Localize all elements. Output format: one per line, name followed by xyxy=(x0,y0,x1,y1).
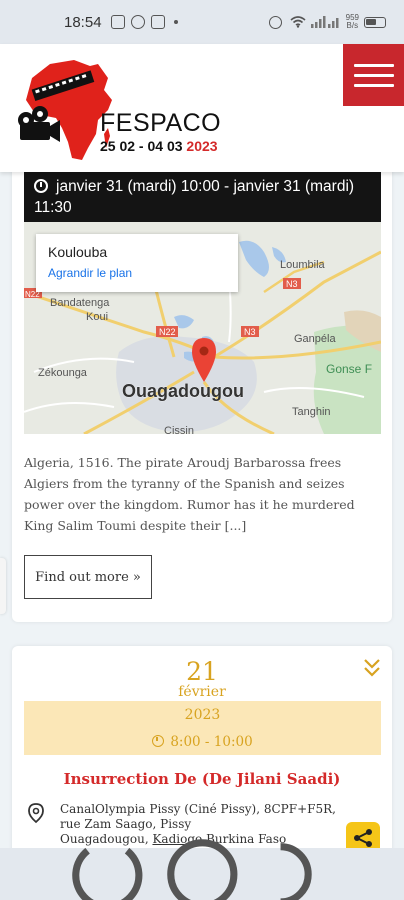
event-time-row: 8:00 - 10:00 xyxy=(24,734,381,750)
event-map[interactable]: N22 N22 N3 N3 Bandatenga Koui Zékounga L… xyxy=(24,222,381,434)
share-icon xyxy=(354,829,372,847)
map-label-ganpela: Ganpéla xyxy=(294,333,336,345)
share-button[interactable] xyxy=(346,822,380,848)
map-label-gonse: Gonse F xyxy=(326,362,372,376)
event-year: 2023 xyxy=(184,707,221,723)
alarm-icon xyxy=(268,15,282,29)
map-label-city: Ouagadougou xyxy=(122,381,244,401)
network-rate: 959 B/s xyxy=(345,13,359,30)
map-popup-place: Koulouba xyxy=(48,244,108,260)
double-chevron-down-icon[interactable] xyxy=(362,657,382,679)
clock-icon xyxy=(152,735,165,747)
status-time: 18:54 xyxy=(64,13,102,31)
event-card: janvier 31 (mardi) 10:00 - janvier 31 (m… xyxy=(12,172,392,622)
event-excerpt: Algeria, 1516. The pirate Aroudj Barbaro… xyxy=(24,455,355,533)
menu-bar xyxy=(353,83,394,87)
map-label-bandatenga: Bandatenga xyxy=(50,297,110,309)
find-out-more-button[interactable]: Find out more » xyxy=(24,555,152,599)
brand-name: FESPACO xyxy=(100,109,222,137)
brand-year: 2023 xyxy=(186,138,218,154)
event-card: 21 février 2023 8:00 - 10:00 Insurrectio… xyxy=(12,646,392,848)
map-info-popup: Koulouba Agrandir le plan xyxy=(36,234,238,292)
brand-block: FESPACO 25 02 - 04 03 2023 xyxy=(100,110,221,154)
recent-apps-icon[interactable] xyxy=(60,827,155,900)
map-label-zekounga: Zékounga xyxy=(38,367,88,379)
event-time: 8:00 - 10:00 xyxy=(170,734,253,750)
dot-icon xyxy=(173,20,178,24)
map-label-n3a: N3 xyxy=(244,327,256,337)
map-label-n22b: N22 xyxy=(159,327,176,337)
gallery-icon xyxy=(110,15,125,29)
wifi-icon xyxy=(290,16,306,28)
map-label-koui: Koui xyxy=(86,311,108,323)
map-label-cissin: Cissin xyxy=(164,425,194,434)
home-icon[interactable] xyxy=(155,827,250,900)
hamburger-menu-button[interactable] xyxy=(343,44,404,106)
event-date-bar: 2023 8:00 - 10:00 xyxy=(24,701,381,755)
battery-icon xyxy=(364,16,386,28)
system-nav-bar xyxy=(0,838,404,900)
chrome-icon xyxy=(130,15,145,29)
menu-bar xyxy=(353,63,394,67)
menu-bar xyxy=(353,73,394,77)
event-day: 21 xyxy=(186,657,218,686)
status-bar: 18:54 959 B/s xyxy=(0,0,404,44)
event-datetime: janvier 31 (mardi) 10:00 - janvier 31 (m… xyxy=(34,178,355,216)
location-pin-icon xyxy=(28,803,44,824)
map-label-n3b: N3 xyxy=(286,279,298,289)
back-icon[interactable] xyxy=(249,827,344,900)
site-header: FESPACO 25 02 - 04 03 2023 xyxy=(0,44,404,172)
side-drawer-handle[interactable] xyxy=(0,558,6,614)
map-label-loumbila: Loumbila xyxy=(280,259,326,271)
clock-icon xyxy=(34,179,48,193)
event-title[interactable]: Insurrection De (De Jilani Saadi) xyxy=(12,770,392,788)
event-datetime-bar: janvier 31 (mardi) 10:00 - janvier 31 (m… xyxy=(24,172,381,222)
map-label-tanghin: Tanghin xyxy=(292,406,331,418)
enlarge-map-link[interactable]: Agrandir le plan xyxy=(48,266,226,280)
event-list[interactable]: janvier 31 (mardi) 10:00 - janvier 31 (m… xyxy=(0,172,404,848)
brand-dates: 25 02 - 04 03 2023 xyxy=(100,138,218,154)
event-month: février xyxy=(178,684,226,700)
mail-icon xyxy=(150,15,165,29)
signal-icon xyxy=(310,16,339,28)
